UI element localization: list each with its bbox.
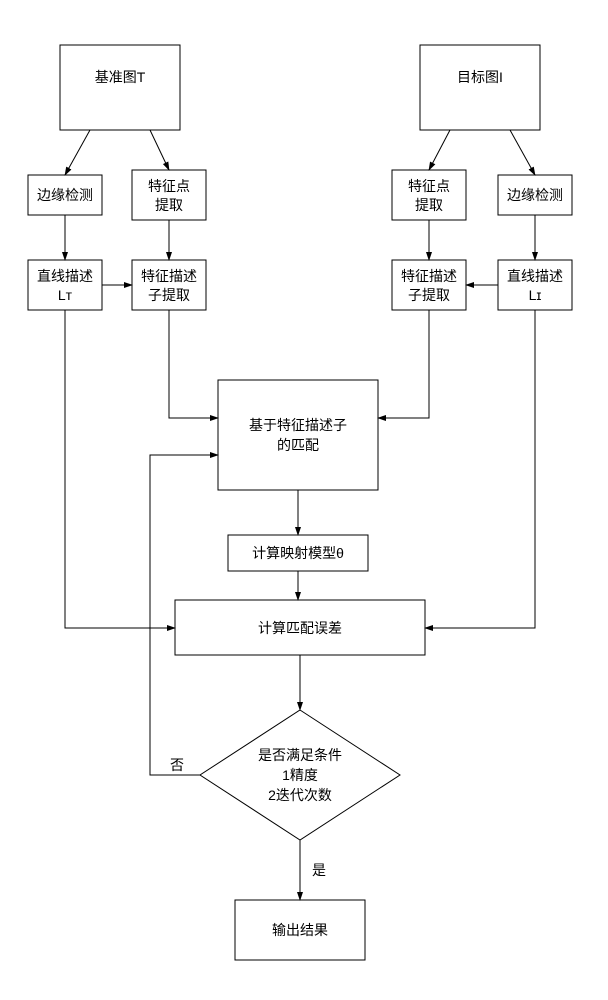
edge <box>150 130 169 170</box>
edge <box>65 130 90 175</box>
label-no: 否 <box>170 757 184 773</box>
label-feature-extract-right-2: 提取 <box>415 197 443 213</box>
label-line-desc-left-2: Lᴛ <box>58 287 73 303</box>
label-output: 输出结果 <box>272 922 328 938</box>
label-match-1: 基于特征描述子 <box>249 417 347 433</box>
edge <box>378 310 429 418</box>
edge <box>425 310 535 628</box>
flowchart: 基准图T 目标图I 边缘检测 特征点 提取 特征点 提取 边缘检测 直线描述 L… <box>0 0 608 1000</box>
label-decision-3: 2迭代次数 <box>268 787 332 803</box>
edge <box>169 310 218 418</box>
label-decision-2: 1精度 <box>282 767 318 783</box>
label-line-desc-right-1: 直线描述 <box>507 268 563 284</box>
edge <box>510 130 535 175</box>
label-target-image: 目标图I <box>457 69 503 85</box>
label-feature-extract-right-1: 特征点 <box>408 178 450 194</box>
label-feature-desc-right-1: 特征描述 <box>401 268 457 284</box>
edge <box>65 310 175 628</box>
label-mapping-model: 计算映射模型θ <box>252 545 344 561</box>
node-match <box>218 380 378 490</box>
label-feature-extract-left-2: 提取 <box>155 197 183 213</box>
label-feature-desc-right-2: 子提取 <box>408 287 450 303</box>
label-match-2: 的匹配 <box>277 437 319 453</box>
label-feature-desc-left-2: 子提取 <box>148 287 190 303</box>
label-error: 计算匹配误差 <box>258 620 342 636</box>
label-line-desc-right-2: Lɪ <box>529 287 542 303</box>
node-decision: 是否满足条件 1精度 2迭代次数 <box>200 710 400 840</box>
node-ref-image <box>60 45 180 130</box>
label-edge-detect-right: 边缘检测 <box>507 187 563 203</box>
label-decision-1: 是否满足条件 <box>258 747 342 763</box>
label-feature-desc-left-1: 特征描述 <box>141 268 197 284</box>
label-edge-detect-left: 边缘检测 <box>37 187 93 203</box>
label-feature-extract-left-1: 特征点 <box>148 178 190 194</box>
label-yes: 是 <box>312 862 326 878</box>
node-target-image <box>420 45 540 130</box>
edge <box>429 130 450 170</box>
label-ref-image: 基准图T <box>95 69 146 85</box>
label-line-desc-left-1: 直线描述 <box>37 268 93 284</box>
